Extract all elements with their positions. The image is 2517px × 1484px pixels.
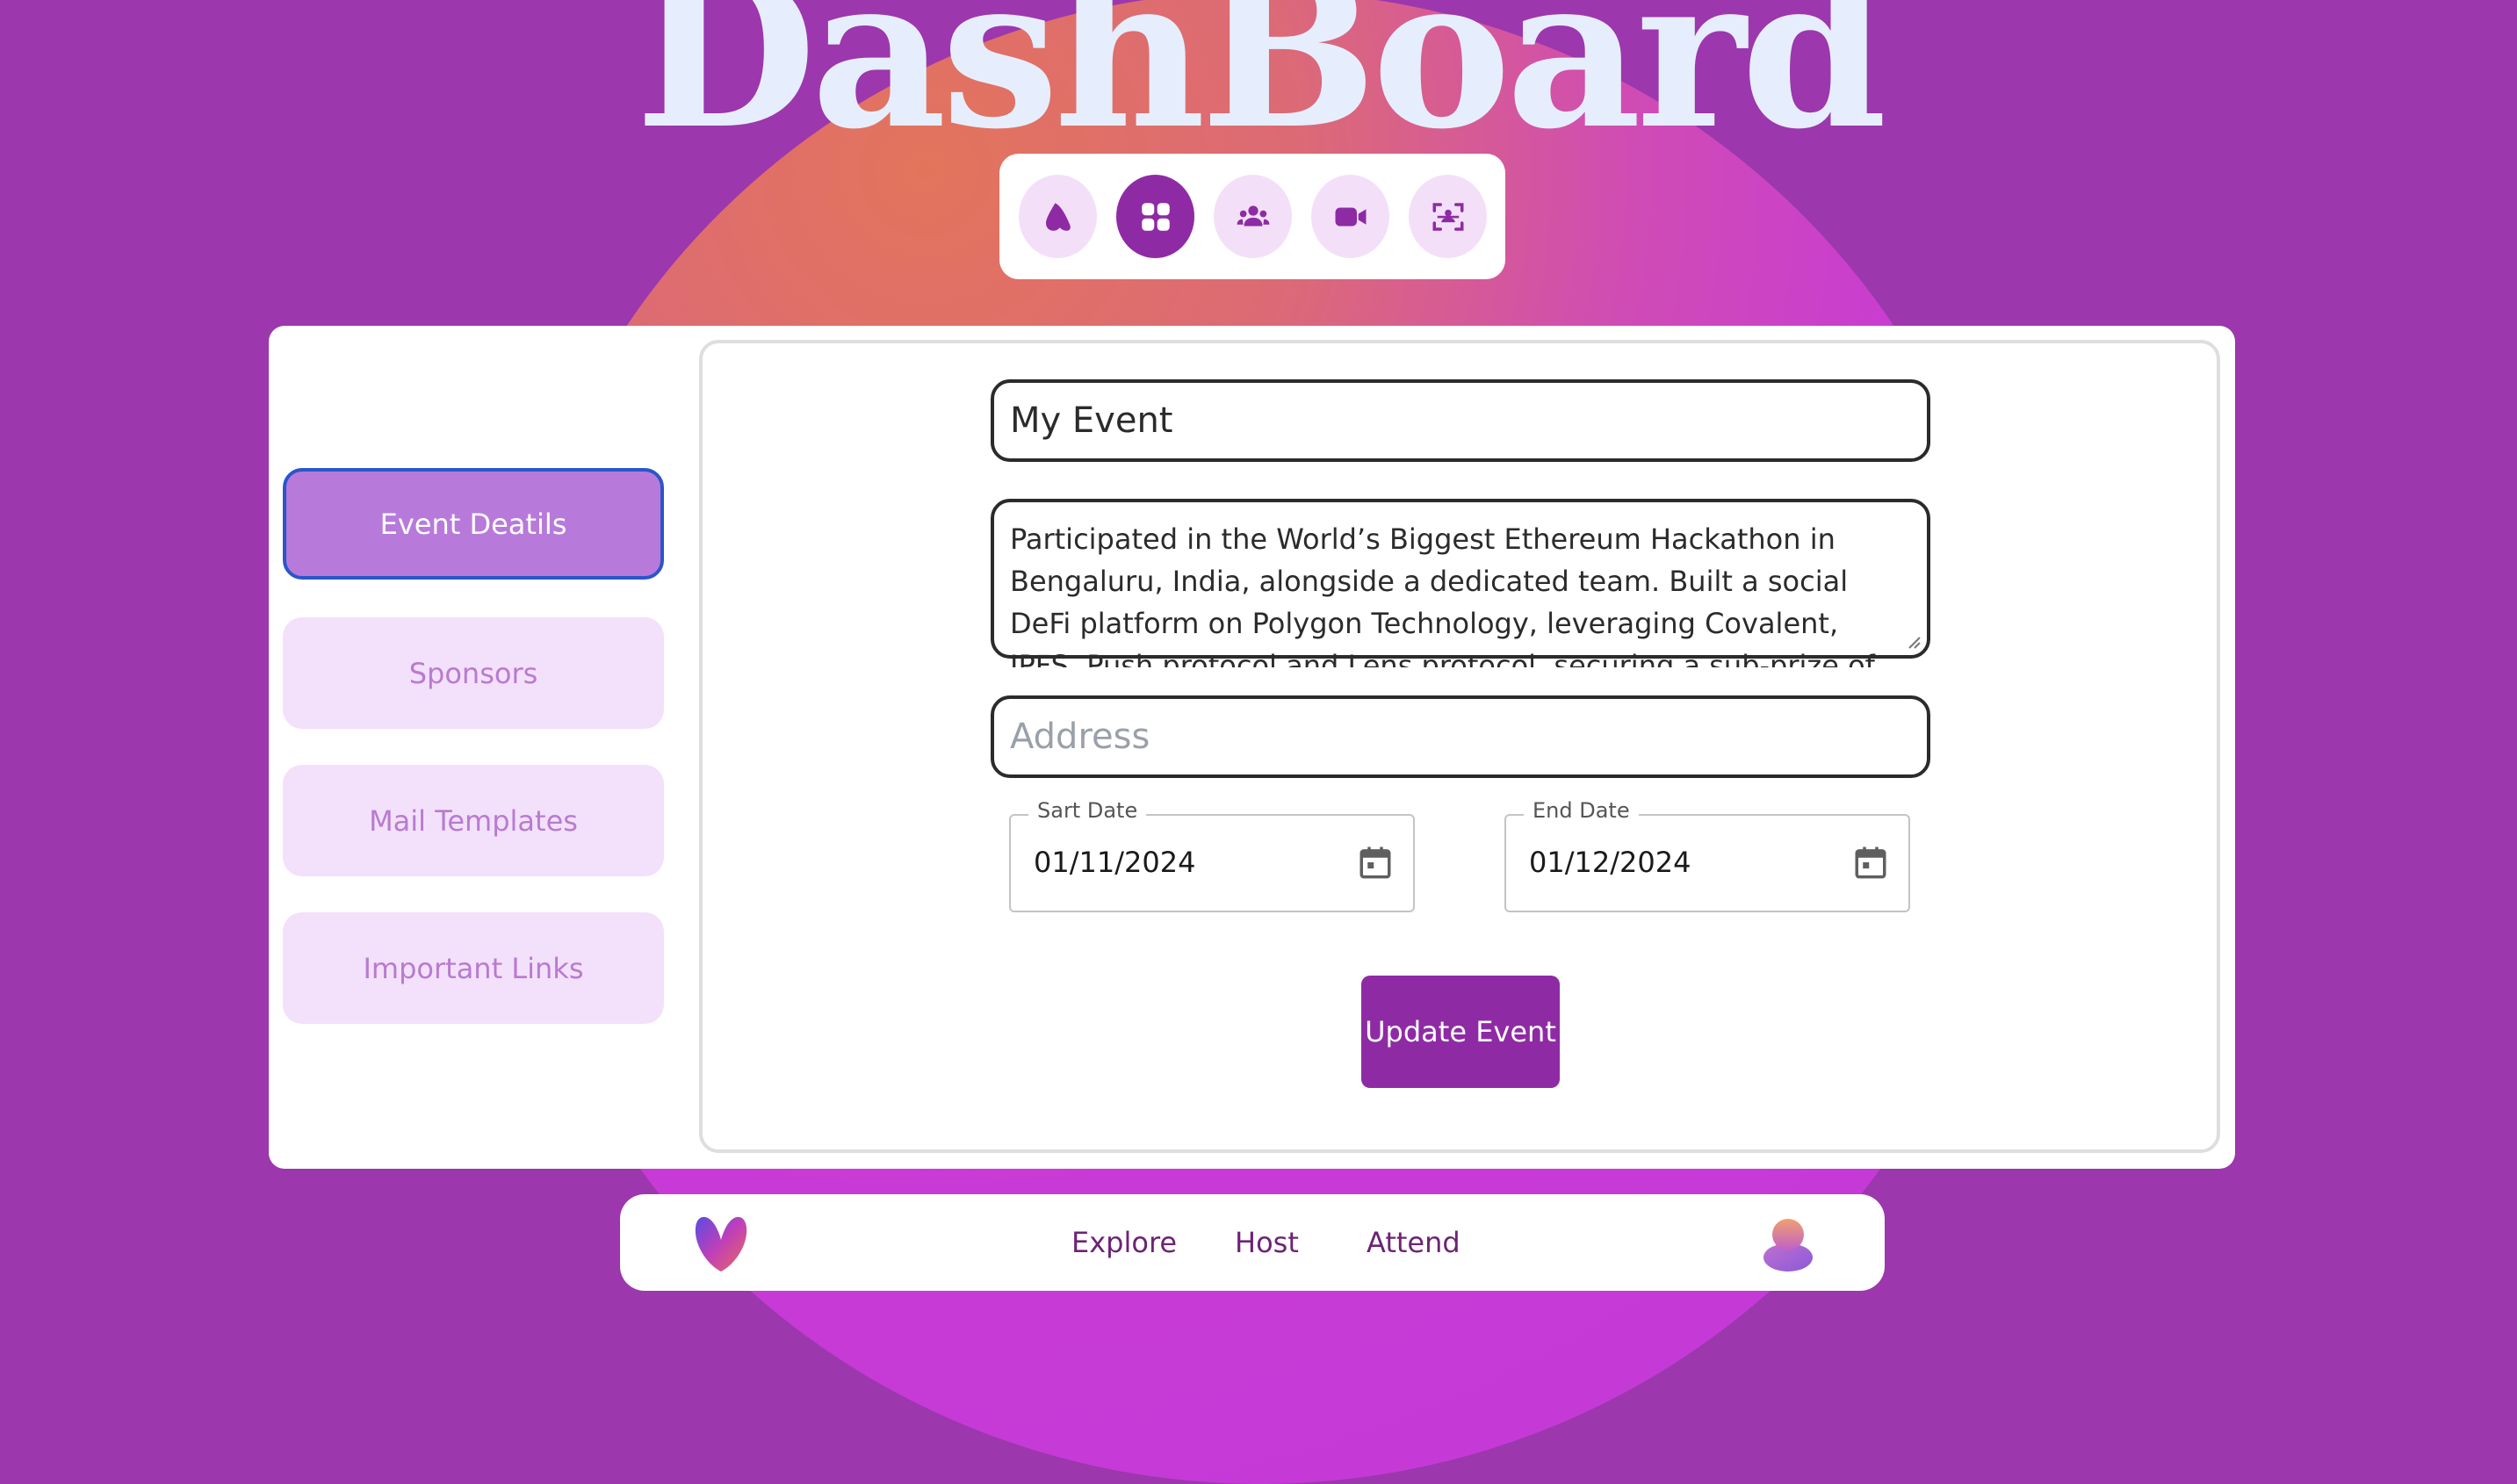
start-date-value: 01/11/2024: [1034, 846, 1196, 879]
top-icon-bar: [999, 154, 1505, 279]
calendar-icon[interactable]: [1852, 842, 1889, 882]
sidebar-item-event-details[interactable]: Event Deatils: [283, 468, 664, 580]
event-name-input[interactable]: My Event: [991, 379, 1930, 462]
grid-icon-button[interactable]: [1116, 175, 1194, 258]
sidebar-item-label: Important Links: [363, 951, 584, 985]
scan-icon: [1432, 202, 1463, 231]
avatar[interactable]: [1762, 1212, 1814, 1273]
event-description-textarea[interactable]: Participated in the World’s Biggest Ethe…: [991, 499, 1930, 667]
end-date-picker[interactable]: End Date 01/12/2024: [1504, 798, 1910, 912]
users-icon: [1237, 205, 1269, 226]
bottom-nav: Explore Host Attend: [620, 1194, 1885, 1291]
start-date-label: Sart Date: [1028, 798, 1147, 823]
address-placeholder: Address: [1010, 717, 1150, 757]
video-icon: [1335, 207, 1366, 226]
address-input[interactable]: Address: [991, 695, 1930, 778]
grid-icon: [1141, 202, 1170, 231]
update-event-button[interactable]: Update Event: [1361, 976, 1560, 1088]
nav-link-attend[interactable]: Attend: [1367, 1226, 1460, 1259]
event-name-value: My Event: [1010, 400, 1173, 441]
event-description-value: Participated in the World’s Biggest Ethe…: [1010, 522, 1875, 667]
end-date-value: 01/12/2024: [1529, 846, 1691, 879]
sidebar-item-mail-templates[interactable]: Mail Templates: [283, 765, 664, 876]
users-icon-button[interactable]: [1214, 175, 1292, 258]
drop-icon-button[interactable]: [1019, 175, 1097, 258]
sidebar-item-label: Event Deatils: [379, 507, 567, 541]
sidebar-item-label: Sponsors: [408, 656, 538, 690]
scan-icon-button[interactable]: [1409, 175, 1487, 258]
nav-link-explore[interactable]: Explore: [1071, 1226, 1177, 1259]
page-title: DashBoard: [635, 0, 1887, 176]
resize-handle-icon[interactable]: [1904, 632, 1922, 650]
end-date-label: End Date: [1524, 798, 1639, 823]
sidebar-item-sponsors[interactable]: Sponsors: [283, 617, 664, 729]
calendar-icon[interactable]: [1357, 842, 1394, 882]
start-date-picker[interactable]: Sart Date 01/11/2024: [1009, 798, 1415, 912]
video-icon-button[interactable]: [1311, 175, 1389, 258]
logo-icon[interactable]: [692, 1212, 750, 1273]
sidebar-item-important-links[interactable]: Important Links: [283, 912, 664, 1024]
drop-icon: [1045, 202, 1071, 231]
sidebar-item-label: Mail Templates: [369, 803, 578, 838]
nav-link-host[interactable]: Host: [1235, 1226, 1299, 1259]
